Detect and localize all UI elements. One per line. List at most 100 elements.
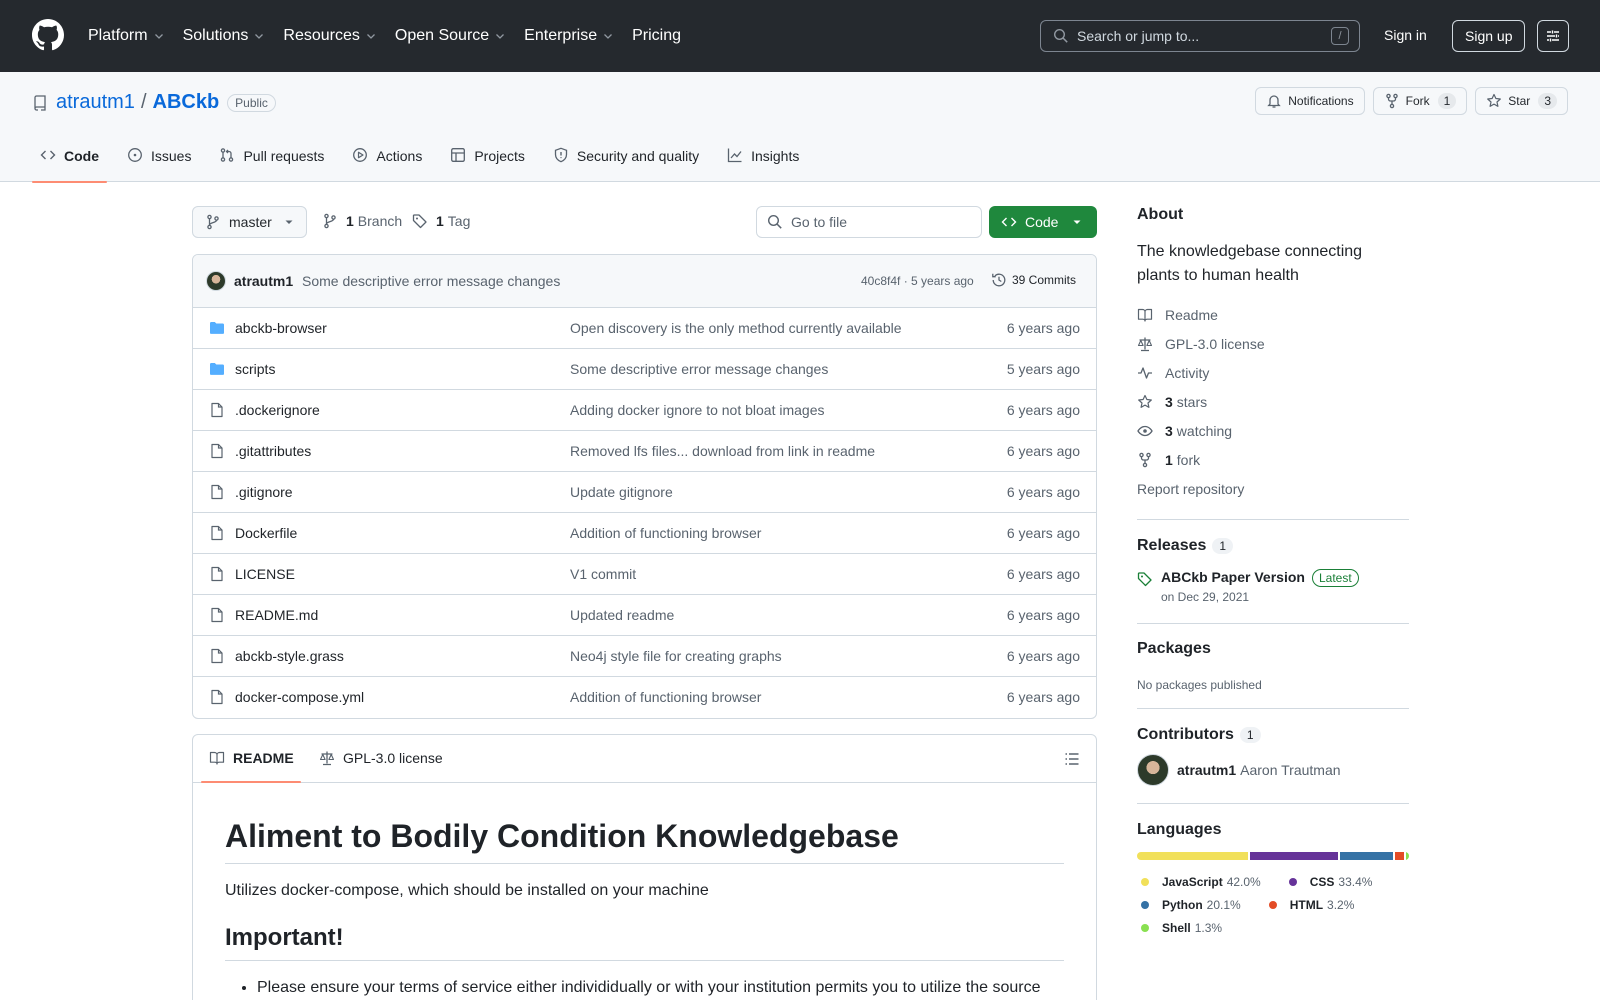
tab-issues[interactable]: Issues [119, 145, 199, 182]
latest-commit: atrautm1 Some descriptive error message … [193, 255, 1096, 308]
search-input[interactable]: Search or jump to... / [1040, 20, 1360, 52]
nav-resources[interactable]: Resources [283, 27, 376, 45]
file-commit-message[interactable]: Open discovery is the only method curren… [570, 320, 902, 336]
language-item[interactable]: JavaScript 42.0% [1137, 870, 1261, 893]
license-link-label: GPL-3.0 license [1165, 335, 1265, 352]
star-button[interactable]: Star 3 [1475, 87, 1568, 115]
notifications-button[interactable]: Notifications [1255, 87, 1365, 115]
file-name[interactable]: LICENSE [235, 566, 295, 582]
nav-pricing[interactable]: Pricing [632, 27, 681, 45]
file-name[interactable]: .dockerignore [235, 402, 320, 418]
tab-actions[interactable]: Actions [344, 145, 430, 182]
settings-menu-button[interactable] [1537, 20, 1569, 52]
tab-insights[interactable]: Insights [719, 145, 807, 182]
visibility-badge: Public [227, 93, 276, 112]
branches-link[interactable]: 1 Branch [322, 213, 402, 229]
fork-button[interactable]: Fork 1 [1372, 87, 1468, 115]
repo-name-link[interactable]: ABCkb [153, 91, 220, 114]
file-row[interactable]: docker-compose.yml Addition of functionin… [193, 677, 1096, 718]
nav-label: Open Source [394, 27, 490, 44]
nav-enterprise[interactable]: Enterprise [524, 27, 614, 45]
file-name[interactable]: README.md [235, 607, 318, 623]
code-dropdown-button[interactable]: Code [989, 206, 1097, 238]
language-item[interactable]: Python 20.1% [1137, 893, 1241, 916]
nav-platform[interactable]: Platform [88, 27, 165, 45]
file-commit-message[interactable]: Update gitignore [570, 484, 673, 500]
tab-pull-requests[interactable]: Pull requests [211, 145, 332, 182]
caret-down-icon [285, 220, 293, 224]
nav-open-source[interactable]: Open Source [395, 27, 506, 45]
license-link[interactable]: GPL-3.0 license [1137, 329, 1409, 358]
file-name[interactable]: docker-compose.yml [235, 689, 364, 705]
language-item[interactable]: HTML 3.2% [1265, 893, 1354, 916]
file-row[interactable]: .gitattributes Removed lfs files... downl… [193, 431, 1096, 472]
tab-label: Code [64, 148, 99, 164]
language-item[interactable]: CSS 33.4% [1285, 870, 1372, 893]
tab-readme[interactable]: README [209, 750, 294, 766]
nav-solutions[interactable]: Solutions [183, 27, 266, 45]
file-row[interactable]: .dockerignore Adding docker ignore to not… [193, 390, 1096, 431]
watchers-link[interactable]: 3 watching [1137, 416, 1409, 445]
commits-link[interactable]: 39 Commits [991, 272, 1076, 288]
avatar[interactable] [206, 271, 226, 291]
file-listing: atrautm1 Some descriptive error message … [192, 254, 1097, 719]
file-row[interactable]: README.md Updated readme 6 years ago [193, 595, 1096, 636]
tab-security[interactable]: Security and quality [545, 145, 707, 182]
tab-code[interactable]: Code [32, 145, 107, 183]
sign-in-link[interactable]: Sign in [1384, 27, 1427, 43]
commit-author[interactable]: atrautm1 [234, 273, 293, 289]
file-commit-message[interactable]: Updated readme [570, 607, 674, 623]
star-icon [1487, 93, 1502, 107]
report-repository-link[interactable]: Report repository [1137, 474, 1409, 503]
go-to-file-input[interactable]: Go to file [756, 206, 982, 238]
file-name[interactable]: .gitattributes [235, 443, 311, 459]
release-item[interactable]: ABCkb Paper Version Latest on Dec 29, 20… [1137, 569, 1409, 605]
contributors-heading[interactable]: Contributors 1 [1137, 726, 1409, 744]
file-row[interactable]: .gitignore Update gitignore 6 years ago [193, 472, 1096, 513]
release-title[interactable]: ABCkb Paper Version [1161, 569, 1305, 585]
stars-link[interactable]: 3 stars [1137, 387, 1409, 416]
file-name[interactable]: abckb-browser [235, 320, 327, 336]
file-name[interactable]: .gitignore [235, 484, 293, 500]
language-color-dot [1141, 877, 1149, 886]
activity-link[interactable]: Activity [1137, 358, 1409, 387]
file-commit-message[interactable]: Some descriptive error message changes [570, 361, 828, 377]
file-commit-message[interactable]: Addition of functioning browser [570, 689, 761, 705]
sign-up-button[interactable]: Sign up [1452, 20, 1526, 52]
file-name[interactable]: Dockerfile [235, 525, 297, 541]
file-name[interactable]: abckb-style.grass [235, 648, 344, 664]
contributor-login[interactable]: atrautm1 [1177, 762, 1236, 778]
file-icon [211, 443, 223, 459]
stars-count: 3 [1165, 393, 1173, 410]
file-row[interactable]: LICENSE V1 commit 6 years ago [193, 554, 1096, 595]
star-icon [1138, 394, 1152, 408]
tags-link[interactable]: 1 Tag [412, 213, 470, 229]
commit-message[interactable]: Some descriptive error message changes [302, 273, 560, 289]
file-name[interactable]: scripts [235, 361, 275, 377]
contributor-item[interactable]: atrautm1 Aaron Trautman [1137, 754, 1409, 786]
list-icon[interactable] [1064, 751, 1080, 767]
packages-heading[interactable]: Packages [1137, 640, 1409, 658]
releases-heading[interactable]: Releases 1 [1137, 537, 1409, 555]
file-row[interactable]: abckb-style.grass Neo4j style file for cr… [193, 636, 1096, 677]
file-row[interactable]: Dockerfile Addition of functioning browse… [193, 513, 1096, 554]
branch-selector[interactable]: master [192, 206, 307, 238]
readme-link[interactable]: Readme [1137, 300, 1409, 329]
shield-icon [554, 147, 568, 163]
file-row[interactable]: scripts Some descriptive error message ch… [193, 349, 1096, 390]
file-type-icon [209, 525, 225, 541]
tab-license[interactable]: GPL-3.0 license [319, 750, 443, 766]
repo-owner-link[interactable]: atrautm1 [56, 91, 135, 114]
file-commit-message[interactable]: V1 commit [570, 566, 636, 582]
forks-link[interactable]: 1 fork [1137, 445, 1409, 474]
commit-hash-time[interactable]: 40c8f4f · 5 years ago [861, 274, 974, 288]
file-commit-message[interactable]: Neo4j style file for creating graphs [570, 648, 782, 664]
file-commit-message[interactable]: Adding docker ignore to not bloat images [570, 402, 825, 418]
tab-projects[interactable]: Projects [442, 145, 533, 182]
file-commit-message[interactable]: Removed lfs files... download from link … [570, 443, 875, 459]
file-commit-message[interactable]: Addition of functioning browser [570, 525, 761, 541]
file-row[interactable]: abckb-browser Open discovery is the only … [193, 308, 1096, 349]
language-item[interactable]: Shell 1.3% [1137, 916, 1222, 939]
github-logo-icon[interactable] [32, 19, 64, 51]
avatar[interactable] [1137, 754, 1169, 786]
